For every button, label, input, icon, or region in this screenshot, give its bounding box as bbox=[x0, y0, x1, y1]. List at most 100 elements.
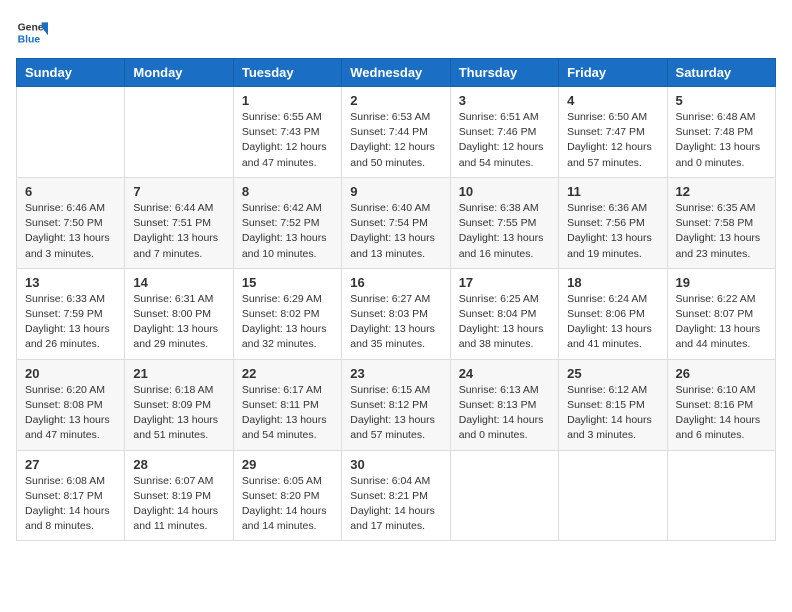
svg-text:Blue: Blue bbox=[18, 34, 41, 45]
day-info: Sunrise: 6:13 AM Sunset: 8:13 PM Dayligh… bbox=[459, 383, 550, 444]
day-info: Sunrise: 6:36 AM Sunset: 7:56 PM Dayligh… bbox=[567, 201, 658, 262]
day-number: 26 bbox=[676, 366, 767, 381]
day-info: Sunrise: 6:50 AM Sunset: 7:47 PM Dayligh… bbox=[567, 110, 658, 171]
calendar-cell bbox=[667, 450, 775, 541]
day-number: 18 bbox=[567, 275, 658, 290]
calendar-cell: 13 Sunrise: 6:33 AM Sunset: 7:59 PM Dayli… bbox=[17, 268, 125, 359]
day-info: Sunrise: 6:18 AM Sunset: 8:09 PM Dayligh… bbox=[133, 383, 224, 444]
day-number: 8 bbox=[242, 184, 333, 199]
day-number: 3 bbox=[459, 93, 550, 108]
day-number: 19 bbox=[676, 275, 767, 290]
day-info: Sunrise: 6:48 AM Sunset: 7:48 PM Dayligh… bbox=[676, 110, 767, 171]
calendar-cell: 17 Sunrise: 6:25 AM Sunset: 8:04 PM Dayli… bbox=[450, 268, 558, 359]
day-of-week-header: Tuesday bbox=[233, 59, 341, 87]
day-info: Sunrise: 6:33 AM Sunset: 7:59 PM Dayligh… bbox=[25, 292, 116, 353]
day-number: 9 bbox=[350, 184, 441, 199]
calendar-cell: 14 Sunrise: 6:31 AM Sunset: 8:00 PM Dayli… bbox=[125, 268, 233, 359]
day-info: Sunrise: 6:17 AM Sunset: 8:11 PM Dayligh… bbox=[242, 383, 333, 444]
day-info: Sunrise: 6:05 AM Sunset: 8:20 PM Dayligh… bbox=[242, 474, 333, 535]
day-of-week-header: Friday bbox=[559, 59, 667, 87]
calendar-cell: 28Sunrise: 6:07 AM Sunset: 8:19 PM Dayli… bbox=[125, 450, 233, 541]
logo-icon: General Blue bbox=[16, 16, 48, 48]
calendar-cell bbox=[17, 87, 125, 178]
day-number: 12 bbox=[676, 184, 767, 199]
day-number: 14 bbox=[133, 275, 224, 290]
day-info: Sunrise: 6:24 AM Sunset: 8:06 PM Dayligh… bbox=[567, 292, 658, 353]
day-number: 10 bbox=[459, 184, 550, 199]
day-of-week-header: Sunday bbox=[17, 59, 125, 87]
day-info: Sunrise: 6:53 AM Sunset: 7:44 PM Dayligh… bbox=[350, 110, 441, 171]
day-number: 21 bbox=[133, 366, 224, 381]
day-number: 22 bbox=[242, 366, 333, 381]
calendar-cell: 6 Sunrise: 6:46 AM Sunset: 7:50 PM Daylig… bbox=[17, 177, 125, 268]
day-number: 5 bbox=[676, 93, 767, 108]
day-info: Sunrise: 6:25 AM Sunset: 8:04 PM Dayligh… bbox=[459, 292, 550, 353]
day-number: 24 bbox=[459, 366, 550, 381]
day-info: Sunrise: 6:12 AM Sunset: 8:15 PM Dayligh… bbox=[567, 383, 658, 444]
calendar-week-row: 27Sunrise: 6:08 AM Sunset: 8:17 PM Dayli… bbox=[17, 450, 776, 541]
calendar-cell: 10 Sunrise: 6:38 AM Sunset: 7:55 PM Dayli… bbox=[450, 177, 558, 268]
calendar-cell: 27Sunrise: 6:08 AM Sunset: 8:17 PM Dayli… bbox=[17, 450, 125, 541]
calendar-cell: 21 Sunrise: 6:18 AM Sunset: 8:09 PM Dayli… bbox=[125, 359, 233, 450]
calendar-cell: 20 Sunrise: 6:20 AM Sunset: 8:08 PM Dayli… bbox=[17, 359, 125, 450]
day-number: 30 bbox=[350, 457, 441, 472]
calendar-table: SundayMondayTuesdayWednesdayThursdayFrid… bbox=[16, 58, 776, 541]
calendar-cell: 22 Sunrise: 6:17 AM Sunset: 8:11 PM Dayli… bbox=[233, 359, 341, 450]
day-number: 15 bbox=[242, 275, 333, 290]
day-info: Sunrise: 6:22 AM Sunset: 8:07 PM Dayligh… bbox=[676, 292, 767, 353]
day-info: Sunrise: 6:51 AM Sunset: 7:46 PM Dayligh… bbox=[459, 110, 550, 171]
calendar-week-row: 1 Sunrise: 6:55 AM Sunset: 7:43 PM Daylig… bbox=[17, 87, 776, 178]
calendar-cell bbox=[450, 450, 558, 541]
day-number: 1 bbox=[242, 93, 333, 108]
day-number: 4 bbox=[567, 93, 658, 108]
day-info: Sunrise: 6:04 AM Sunset: 8:21 PM Dayligh… bbox=[350, 474, 441, 535]
calendar-cell: 3 Sunrise: 6:51 AM Sunset: 7:46 PM Daylig… bbox=[450, 87, 558, 178]
day-info: Sunrise: 6:29 AM Sunset: 8:02 PM Dayligh… bbox=[242, 292, 333, 353]
day-number: 6 bbox=[25, 184, 116, 199]
day-number: 23 bbox=[350, 366, 441, 381]
day-info: Sunrise: 6:44 AM Sunset: 7:51 PM Dayligh… bbox=[133, 201, 224, 262]
day-of-week-header: Saturday bbox=[667, 59, 775, 87]
day-info: Sunrise: 6:31 AM Sunset: 8:00 PM Dayligh… bbox=[133, 292, 224, 353]
header: General Blue bbox=[16, 16, 776, 48]
calendar-cell: 16 Sunrise: 6:27 AM Sunset: 8:03 PM Dayli… bbox=[342, 268, 450, 359]
day-info: Sunrise: 6:38 AM Sunset: 7:55 PM Dayligh… bbox=[459, 201, 550, 262]
day-number: 16 bbox=[350, 275, 441, 290]
day-info: Sunrise: 6:46 AM Sunset: 7:50 PM Dayligh… bbox=[25, 201, 116, 262]
calendar-cell: 30 Sunrise: 6:04 AM Sunset: 8:21 PM Dayli… bbox=[342, 450, 450, 541]
day-number: 7 bbox=[133, 184, 224, 199]
calendar-cell: 19 Sunrise: 6:22 AM Sunset: 8:07 PM Dayli… bbox=[667, 268, 775, 359]
calendar-cell: 29Sunrise: 6:05 AM Sunset: 8:20 PM Dayli… bbox=[233, 450, 341, 541]
calendar-cell bbox=[125, 87, 233, 178]
calendar-cell: 24 Sunrise: 6:13 AM Sunset: 8:13 PM Dayli… bbox=[450, 359, 558, 450]
calendar-cell: 25 Sunrise: 6:12 AM Sunset: 8:15 PM Dayli… bbox=[559, 359, 667, 450]
day-info: Sunrise: 6:08 AM Sunset: 8:17 PM Dayligh… bbox=[25, 474, 116, 535]
day-info: Sunrise: 6:55 AM Sunset: 7:43 PM Dayligh… bbox=[242, 110, 333, 171]
day-of-week-header: Thursday bbox=[450, 59, 558, 87]
day-info: Sunrise: 6:42 AM Sunset: 7:52 PM Dayligh… bbox=[242, 201, 333, 262]
day-info: Sunrise: 6:15 AM Sunset: 8:12 PM Dayligh… bbox=[350, 383, 441, 444]
day-info: Sunrise: 6:20 AM Sunset: 8:08 PM Dayligh… bbox=[25, 383, 116, 444]
day-number: 17 bbox=[459, 275, 550, 290]
calendar-cell: 1 Sunrise: 6:55 AM Sunset: 7:43 PM Daylig… bbox=[233, 87, 341, 178]
calendar-cell: 23 Sunrise: 6:15 AM Sunset: 8:12 PM Dayli… bbox=[342, 359, 450, 450]
calendar-week-row: 6 Sunrise: 6:46 AM Sunset: 7:50 PM Daylig… bbox=[17, 177, 776, 268]
day-of-week-header: Wednesday bbox=[342, 59, 450, 87]
day-of-week-header: Monday bbox=[125, 59, 233, 87]
calendar-cell: 26Sunrise: 6:10 AM Sunset: 8:16 PM Dayli… bbox=[667, 359, 775, 450]
day-number: 11 bbox=[567, 184, 658, 199]
calendar-cell: 18 Sunrise: 6:24 AM Sunset: 8:06 PM Dayli… bbox=[559, 268, 667, 359]
calendar-cell: 8 Sunrise: 6:42 AM Sunset: 7:52 PM Daylig… bbox=[233, 177, 341, 268]
day-number: 2 bbox=[350, 93, 441, 108]
day-number: 25 bbox=[567, 366, 658, 381]
day-info: Sunrise: 6:07 AM Sunset: 8:19 PM Dayligh… bbox=[133, 474, 224, 535]
calendar-cell: 12Sunrise: 6:35 AM Sunset: 7:58 PM Dayli… bbox=[667, 177, 775, 268]
day-info: Sunrise: 6:27 AM Sunset: 8:03 PM Dayligh… bbox=[350, 292, 441, 353]
calendar-header-row: SundayMondayTuesdayWednesdayThursdayFrid… bbox=[17, 59, 776, 87]
calendar-cell bbox=[559, 450, 667, 541]
calendar-week-row: 13 Sunrise: 6:33 AM Sunset: 7:59 PM Dayli… bbox=[17, 268, 776, 359]
logo: General Blue bbox=[16, 16, 48, 48]
day-number: 13 bbox=[25, 275, 116, 290]
day-number: 20 bbox=[25, 366, 116, 381]
calendar-cell: 15 Sunrise: 6:29 AM Sunset: 8:02 PM Dayli… bbox=[233, 268, 341, 359]
